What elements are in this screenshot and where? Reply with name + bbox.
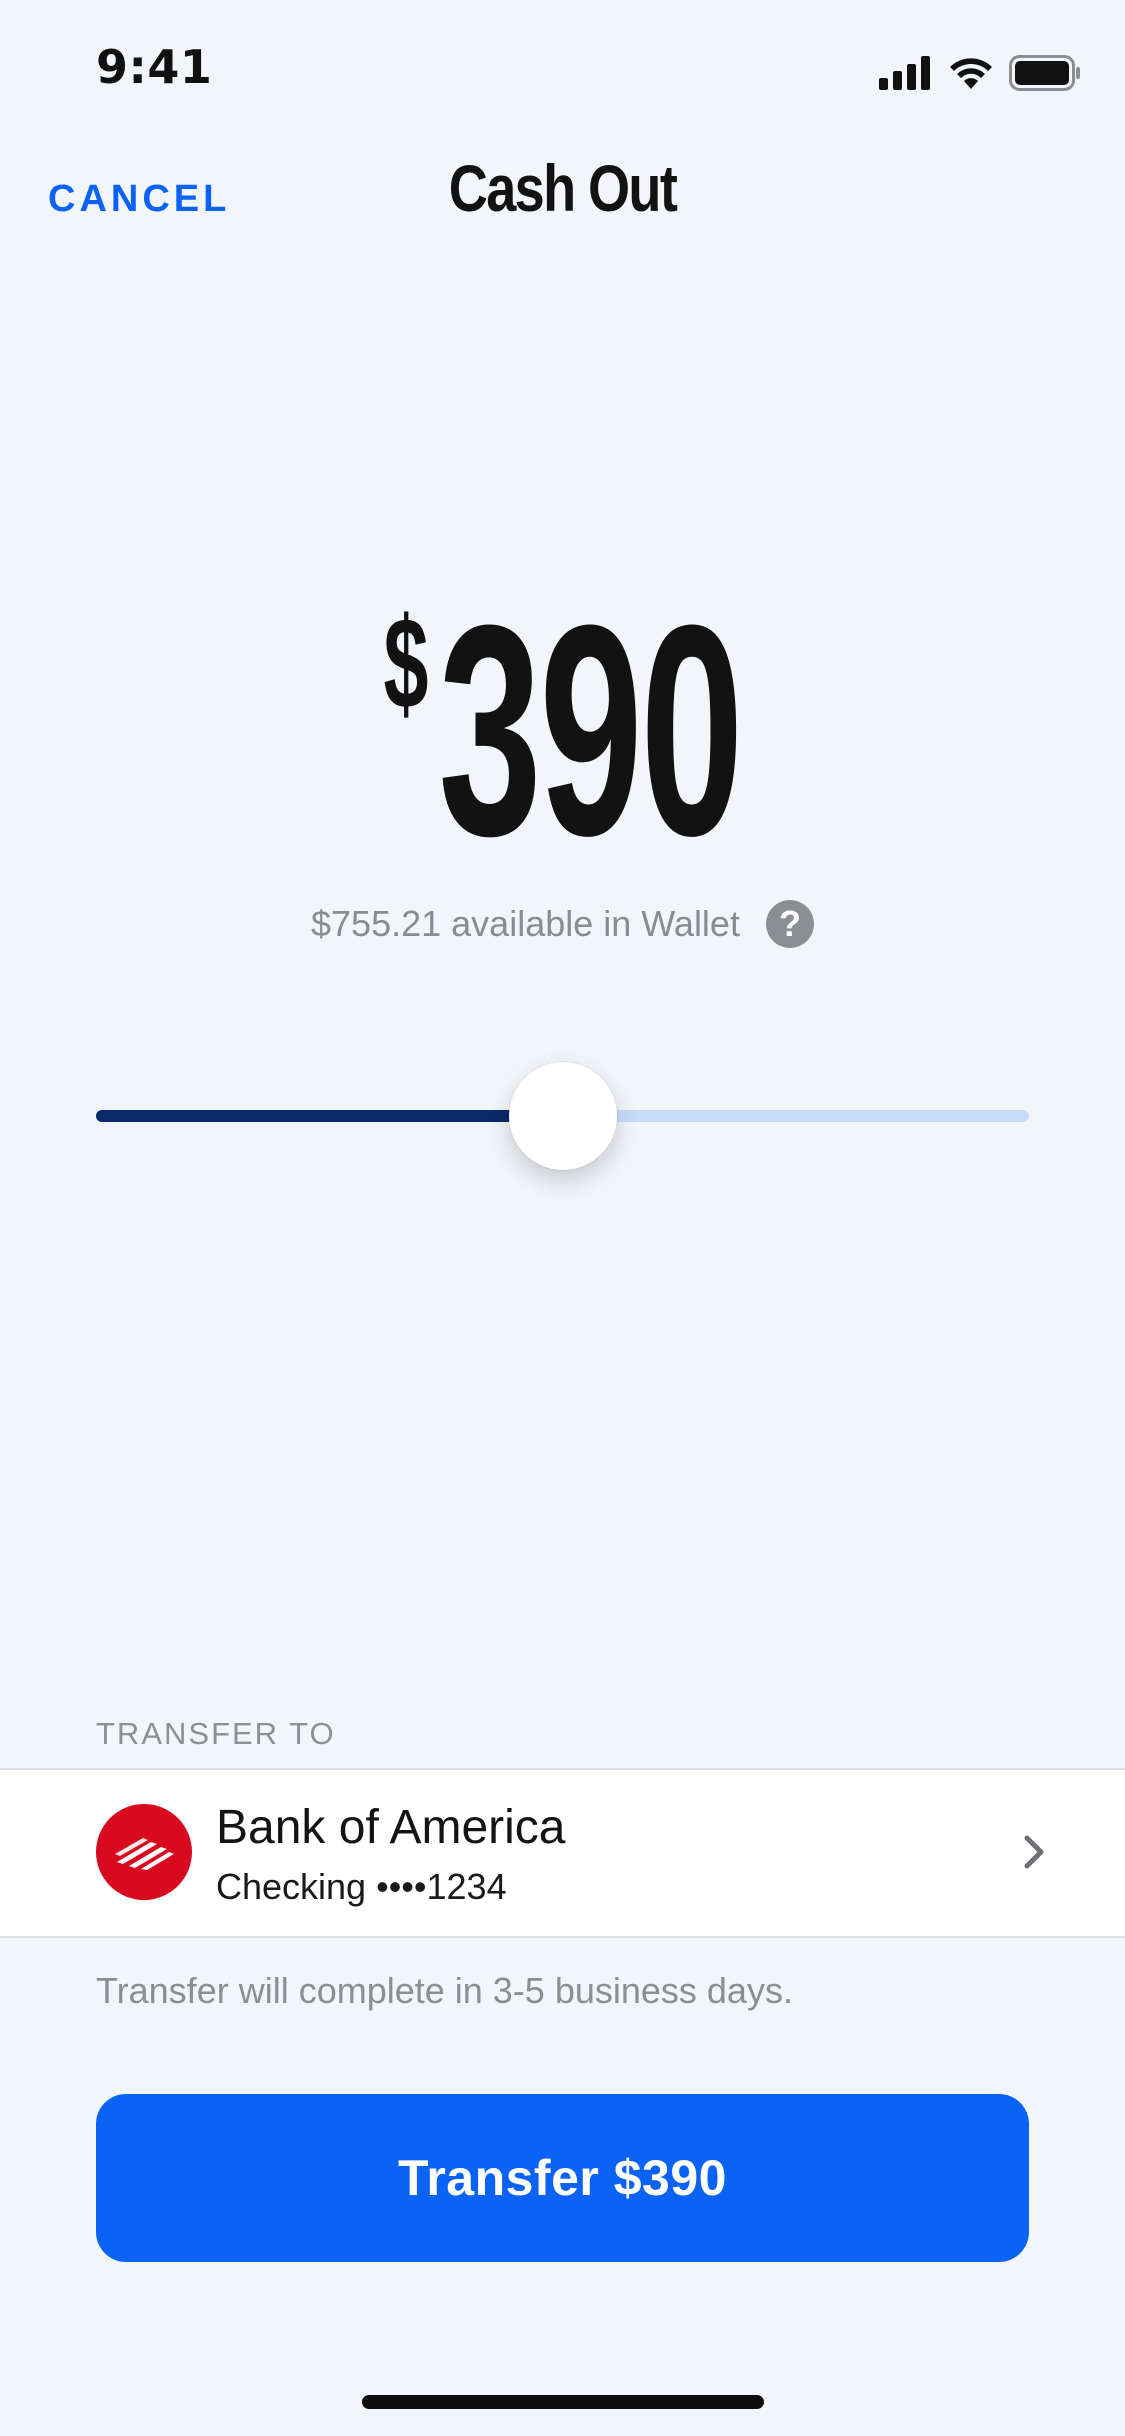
slider-fill	[96, 1110, 563, 1122]
home-indicator[interactable]	[362, 2395, 764, 2409]
slider-thumb[interactable]	[509, 1062, 617, 1170]
transfer-to-label: TRANSFER TO	[96, 1716, 336, 1751]
bank-account-number: Checking ••••1234	[216, 1866, 507, 1907]
bank-account-row[interactable]: Bank of America Checking ••••1234	[0, 1768, 1125, 1938]
bank-name: Bank of America	[216, 1801, 566, 1854]
chevron-right-icon	[1024, 1835, 1044, 1869]
available-balance-row: $755.21 available in Wallet ?	[0, 900, 1125, 948]
amount-currency: $	[383, 590, 429, 736]
status-time: 9:41	[96, 40, 213, 94]
amount-value: 390	[438, 562, 743, 898]
transfer-timing-note: Transfer will complete in 3-5 business d…	[96, 1970, 793, 2011]
bank-of-america-logo-icon	[96, 1804, 192, 1900]
cellular-signal-icon	[879, 56, 930, 90]
transfer-button[interactable]: Transfer $390	[96, 2094, 1029, 2262]
battery-icon	[1009, 55, 1080, 91]
available-balance-text: $755.21 available in Wallet	[311, 903, 740, 944]
status-icons	[879, 50, 1081, 96]
amount-display: $ 390	[0, 580, 1125, 880]
page-title: Cash Out	[448, 151, 678, 225]
wifi-icon	[950, 58, 992, 89]
amount-slider[interactable]	[96, 1062, 1029, 1170]
help-icon[interactable]: ?	[765, 900, 814, 948]
